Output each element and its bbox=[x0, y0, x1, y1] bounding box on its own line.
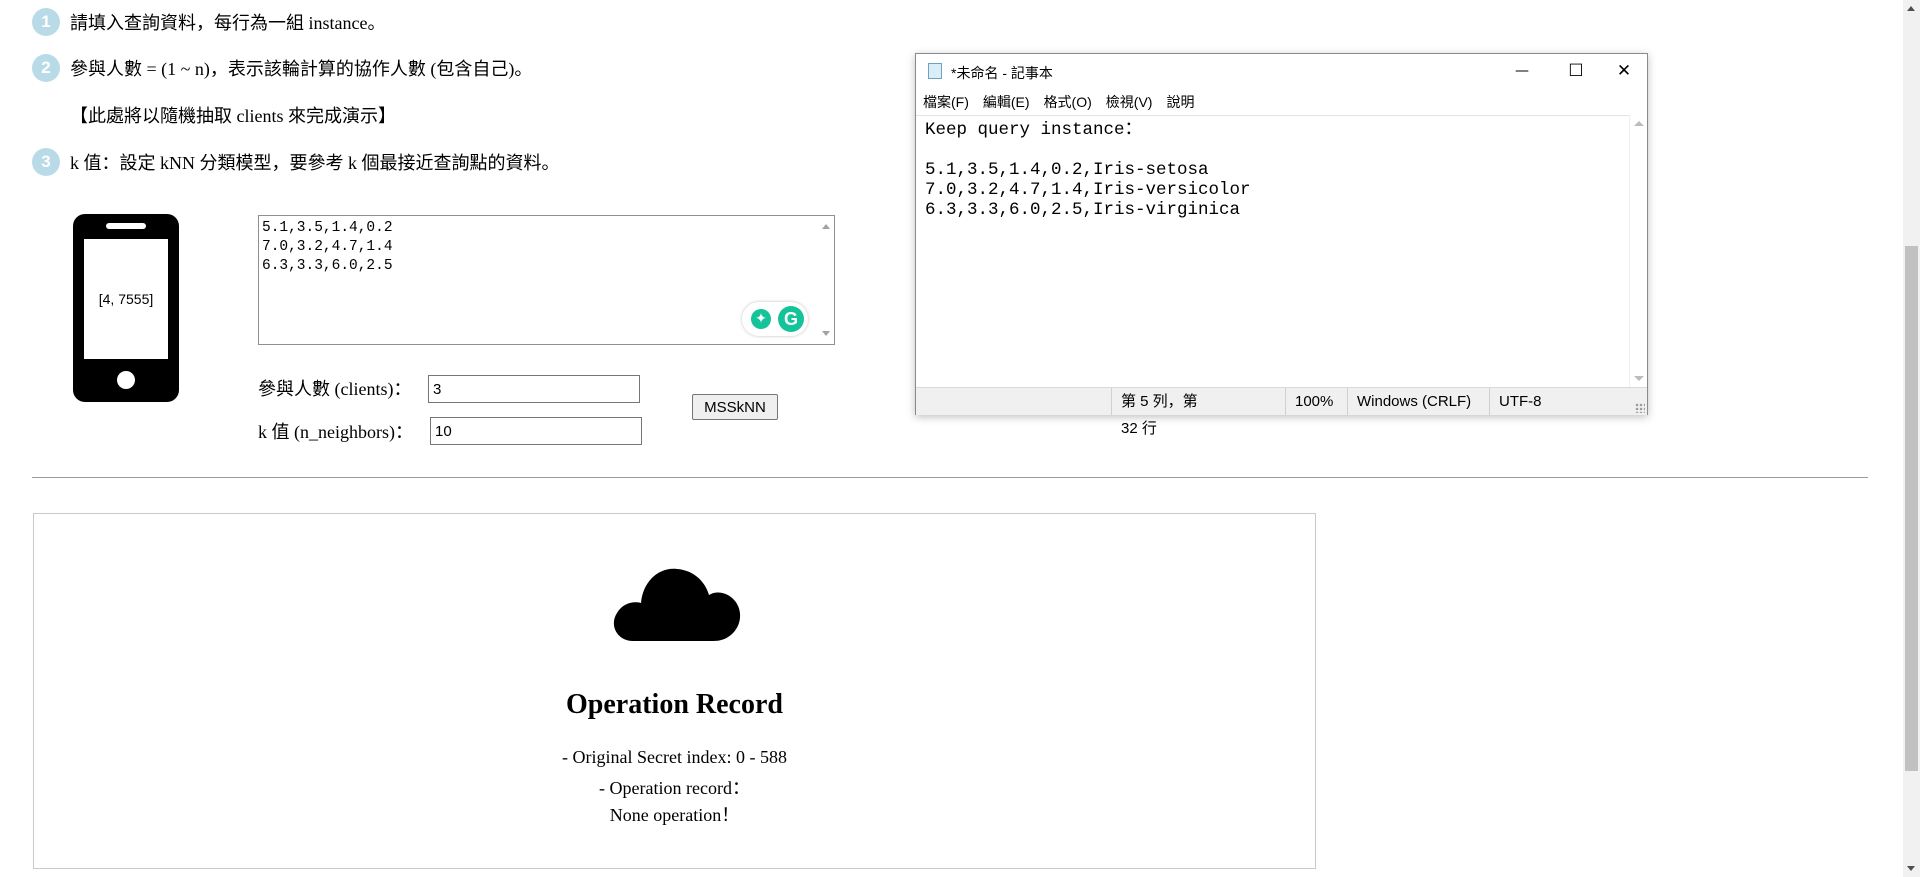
menu-help[interactable]: 說明 bbox=[1159, 91, 1201, 113]
editor-line: 5.1,3.5,1.4,0.2,Iris-setosa bbox=[925, 160, 1209, 180]
k-label: k 值 (n_neighbors)： bbox=[258, 422, 413, 442]
step-1: 1 請填入查詢資料，每行為一組 instance。 bbox=[32, 8, 385, 36]
scroll-down-arrow-icon[interactable] bbox=[822, 331, 830, 336]
grammarly-icon[interactable]: G bbox=[778, 306, 804, 332]
notepad-editor[interactable]: Keep query instance： 5.1,3.5,1.4,0.2,Iris… bbox=[916, 115, 1630, 387]
step-1-text: 請填入查詢資料，每行為一組 instance。 bbox=[70, 13, 386, 33]
grammarly-widget[interactable]: ✦ G bbox=[742, 302, 808, 336]
notepad-statusbar: 第 5 列，第 32 行 100% Windows (CRLF) UTF-8 bbox=[916, 387, 1647, 437]
step-number-2: 2 bbox=[32, 54, 60, 82]
scroll-down-arrow-icon[interactable] bbox=[1907, 866, 1915, 871]
status-zoom: 100% bbox=[1285, 388, 1347, 415]
divider bbox=[32, 477, 1868, 478]
clients-label: 參與人數 (clients)： bbox=[258, 379, 412, 399]
step-2-text: 參與人數 = (1 ~ n)，表示該輪計算的協作人數 (包含自己)。 bbox=[70, 59, 533, 79]
scroll-up-arrow-icon[interactable] bbox=[1907, 6, 1915, 11]
demo-note: 【此處將以隨機抽取 clients 來完成演示】 bbox=[70, 106, 396, 126]
phone-icon: [4, 7555] bbox=[73, 214, 179, 402]
query-line: 7.0,3.2,4.7,1.4 bbox=[262, 239, 393, 255]
scrollbar-thumb[interactable] bbox=[1905, 246, 1918, 771]
step-3-text: k 值：設定 kNN 分類模型，要參考 k 個最接近查詢點的資料。 bbox=[70, 153, 560, 173]
textarea-scrollbar[interactable] bbox=[817, 216, 834, 344]
close-icon[interactable]: ✕ bbox=[1601, 54, 1647, 88]
status-encoding: UTF-8 bbox=[1489, 388, 1619, 415]
msknn-submit-button[interactable]: MSSkNN bbox=[692, 394, 778, 420]
operation-record-panel: Operation Record - Original Secret index… bbox=[33, 513, 1316, 869]
query-textarea[interactable]: 5.1,3.5,1.4,0.2 7.0,3.2,4.7,1.4 6.3,3.3,… bbox=[258, 215, 835, 345]
operation-title: Operation Record bbox=[566, 689, 783, 720]
notepad-scrollbar[interactable] bbox=[1629, 115, 1647, 387]
notepad-title: *未命名 - 記事本 bbox=[951, 65, 1053, 81]
status-position: 第 5 列，第 32 行 bbox=[1111, 388, 1202, 437]
phone-home-button bbox=[117, 371, 135, 389]
minimize-icon[interactable]: — bbox=[1499, 54, 1545, 88]
maximize-icon[interactable]: ☐ bbox=[1553, 54, 1599, 88]
notepad-window[interactable]: *未命名 - 記事本 — ☐ ✕ 檔案(F) 編輯(E) 格式(O) 檢視(V)… bbox=[915, 53, 1648, 437]
notepad-titlebar[interactable]: *未命名 - 記事本 — ☐ ✕ bbox=[916, 54, 1647, 88]
query-line: 6.3,3.3,6.0,2.5 bbox=[262, 258, 393, 274]
editor-line: 7.0,3.2,4.7,1.4,Iris-versicolor bbox=[925, 180, 1251, 200]
phone-speaker bbox=[106, 223, 146, 229]
cloud-icon bbox=[613, 568, 741, 641]
notepad-app-icon bbox=[928, 63, 942, 79]
step-number-1: 1 bbox=[32, 8, 60, 36]
step-2: 2 參與人數 = (1 ~ n)，表示該輪計算的協作人數 (包含自己)。 bbox=[32, 54, 532, 82]
operation-record-label: - Operation record： bbox=[599, 778, 750, 798]
k-input[interactable] bbox=[430, 417, 642, 445]
clients-input[interactable] bbox=[428, 375, 640, 403]
scroll-down-arrow-icon[interactable] bbox=[1634, 376, 1644, 381]
menu-edit[interactable]: 編輯(E) bbox=[976, 91, 1037, 113]
phone-screen-text: [4, 7555] bbox=[84, 239, 168, 359]
menu-view[interactable]: 檢視(V) bbox=[1099, 91, 1160, 113]
scroll-up-arrow-icon[interactable] bbox=[1634, 121, 1644, 126]
editor-line: 6.3,3.3,6.0,2.5,Iris-virginica bbox=[925, 200, 1241, 220]
scroll-up-arrow-icon[interactable] bbox=[822, 224, 830, 229]
menu-file[interactable]: 檔案(F) bbox=[916, 91, 976, 113]
menu-format[interactable]: 格式(O) bbox=[1037, 91, 1099, 113]
notepad-menubar: 檔案(F) 編輯(E) 格式(O) 檢視(V) 說明 bbox=[916, 91, 1201, 113]
lightbulb-icon[interactable]: ✦ bbox=[751, 309, 771, 329]
editor-line: Keep query instance： bbox=[925, 120, 1143, 140]
resize-grip-icon[interactable] bbox=[1635, 403, 1645, 413]
page-scrollbar[interactable] bbox=[1903, 0, 1920, 877]
operation-status-text: None operation！ bbox=[609, 805, 740, 825]
status-line-ending: Windows (CRLF) bbox=[1347, 388, 1489, 415]
secret-index-text: - Original Secret index: 0 - 588 bbox=[562, 747, 787, 767]
step-number-3: 3 bbox=[32, 148, 60, 176]
query-line: 5.1,3.5,1.4,0.2 bbox=[262, 220, 393, 236]
step-3: 3 k 值：設定 kNN 分類模型，要參考 k 個最接近查詢點的資料。 bbox=[32, 148, 560, 176]
